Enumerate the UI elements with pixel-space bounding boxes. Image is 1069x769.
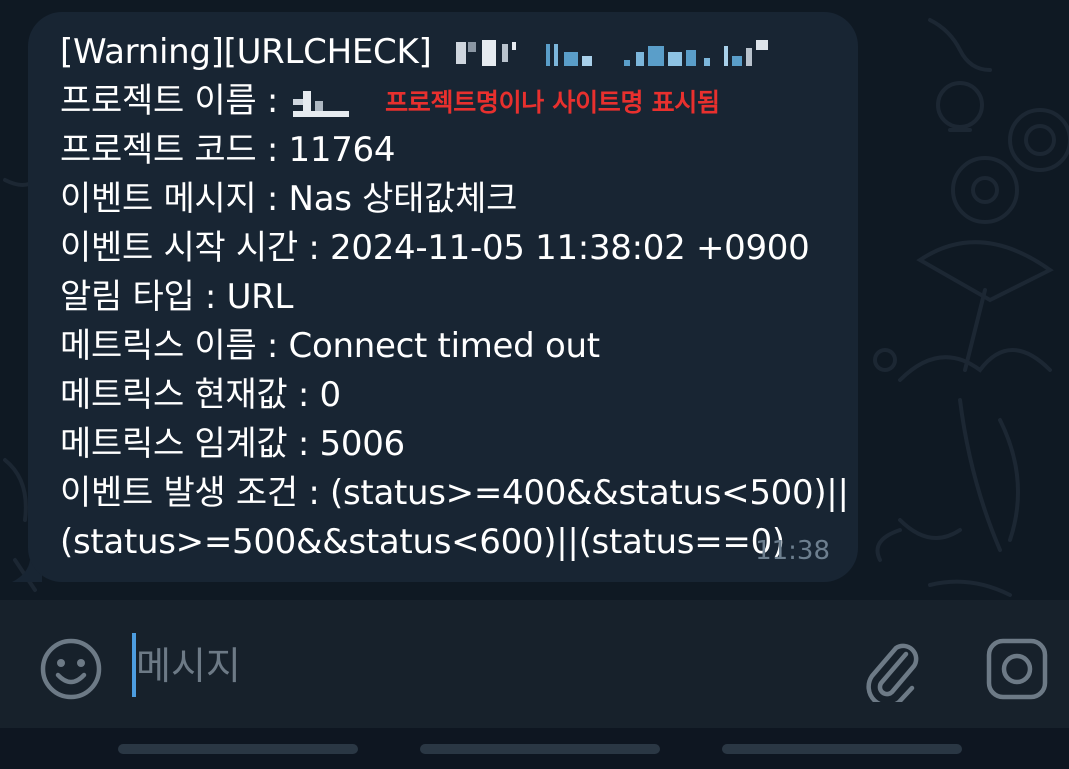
message-bubble[interactable]: [Warning][URLCHECK] 프로젝트 이름: 프로젝트명이나 사이… <box>28 12 858 582</box>
message-line-title: [Warning][URLCHECK] <box>60 28 858 77</box>
message-line-condition-continued: (status>=500&&status<600)||(status==0) <box>60 522 785 562</box>
system-nav-bar <box>0 728 1069 769</box>
message-line-metric-threshold: 메트릭스 임계값 : 5006 <box>60 424 405 464</box>
paperclip-icon[interactable] <box>862 636 922 702</box>
message-timestamp: 11:38 <box>755 536 830 566</box>
smiley-icon[interactable] <box>38 636 104 702</box>
message-line-metric-name: 메트릭스 이름 : Connect timed out <box>60 326 600 366</box>
project-name-label: 프로젝트 이름 : <box>60 81 279 121</box>
message-line-project-name: 프로젝트 이름 : 프로젝트명이나 사이트명 표시됨 <box>60 77 858 126</box>
message-line-condition: 이벤트 발생 조건 : (status>=400&&status<500)|| <box>60 473 849 513</box>
message-line-alert-type: 알림 타입 : URL <box>60 277 294 317</box>
message-input[interactable] <box>136 638 836 694</box>
redacted-project-name <box>289 86 353 120</box>
message-line-event-start-time: 이벤트 시작 시간 : 2024-11-05 11:38:02 +0900 <box>60 228 810 268</box>
alert-title-text: [Warning][URLCHECK] <box>60 32 432 72</box>
message-line-metric-current: 메트릭스 현재값 : 0 <box>60 375 341 415</box>
chat-area: [Warning][URLCHECK] 프로젝트 이름: 프로젝트명이나 사이… <box>0 0 1069 600</box>
instagram-camera-icon[interactable] <box>984 636 1050 702</box>
message-line-event-message: 이벤트 메시지 : Nas 상태값체크 <box>60 179 518 219</box>
nav-home-button[interactable] <box>420 744 660 754</box>
nav-back-button[interactable] <box>722 744 962 754</box>
message-line-project-code: 프로젝트 코드 : 11764 <box>60 130 396 170</box>
redacted-channel-name <box>442 37 802 71</box>
nav-recents-button[interactable] <box>118 744 358 754</box>
project-name-annotation: 프로젝트명이나 사이트명 표시됨 <box>385 88 720 117</box>
